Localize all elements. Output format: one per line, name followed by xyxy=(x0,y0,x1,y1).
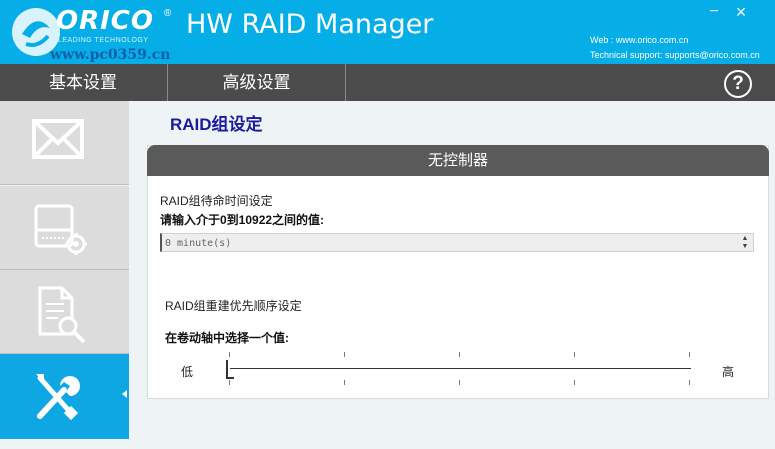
help-button[interactable]: ? xyxy=(724,70,752,98)
settings-panel xyxy=(147,145,769,399)
sidebar-item-mail[interactable] xyxy=(0,101,129,185)
slider-tick xyxy=(689,352,690,357)
app-title: HW RAID Manager xyxy=(186,9,434,40)
slider-tick xyxy=(689,380,690,385)
brand-name: ORICO xyxy=(56,6,154,36)
sidebar xyxy=(0,101,129,449)
slider-tick xyxy=(344,352,345,357)
rebuild-priority-slider-track[interactable] xyxy=(230,368,691,369)
rebuild-priority-prompt: 在卷动轴中选择一个值: xyxy=(165,331,289,345)
tab-advanced-settings[interactable]: 高级设置 xyxy=(167,64,346,101)
brand-tagline: LEADING TECHNOLOGY xyxy=(58,37,149,44)
selected-indicator-arrow xyxy=(122,390,127,398)
tab-bar: 基本设置 高级设置 xyxy=(0,64,775,101)
website-text: Web : www.orico.com.cn xyxy=(590,35,689,45)
support-email-text: Technical support: supports@orico.com.cn xyxy=(590,50,760,60)
registered-mark: ® xyxy=(164,8,172,19)
drive-settings-icon xyxy=(34,204,87,255)
spin-down-arrow-icon[interactable]: ▼ xyxy=(739,243,751,250)
standby-time-spinbox[interactable]: ▲ ▼ xyxy=(160,233,754,252)
spin-up-arrow-icon[interactable]: ▲ xyxy=(739,235,751,242)
sidebar-item-document-search[interactable] xyxy=(0,270,129,354)
slider-tick xyxy=(229,352,230,357)
close-button[interactable]: × xyxy=(730,2,752,22)
standby-time-prompt: 请输入介于0到10922之间的值: xyxy=(160,213,325,227)
slider-tick xyxy=(229,380,230,385)
slider-tick xyxy=(459,380,460,385)
slider-low-label: 低 xyxy=(181,365,194,379)
slider-tick xyxy=(344,380,345,385)
document-search-icon xyxy=(38,286,86,344)
page-title: RAID组设定 xyxy=(170,115,263,134)
title-bar: ORICO ® LEADING TECHNOLOGY HW RAID Manag… xyxy=(0,0,775,64)
sidebar-item-drive-settings[interactable] xyxy=(0,186,129,270)
panel-header: 无控制器 xyxy=(147,145,769,176)
rebuild-priority-label: RAID组重建优先顺序设定 xyxy=(165,299,302,313)
standby-time-label: RAID组待命时间设定 xyxy=(160,194,273,208)
standby-time-input[interactable] xyxy=(165,236,735,250)
tools-icon xyxy=(36,374,80,421)
slider-tick xyxy=(459,352,460,357)
slider-tick xyxy=(574,352,575,357)
rebuild-priority-slider-thumb[interactable] xyxy=(226,360,234,379)
tab-basic-settings[interactable]: 基本设置 xyxy=(0,64,166,101)
mail-icon xyxy=(32,119,84,159)
slider-high-label: 高 xyxy=(722,365,735,379)
slider-tick xyxy=(574,380,575,385)
minimize-button[interactable]: − xyxy=(703,2,725,22)
watermark-text: www.pc0359.cn xyxy=(50,47,171,63)
sidebar-item-tools[interactable] xyxy=(0,354,129,439)
